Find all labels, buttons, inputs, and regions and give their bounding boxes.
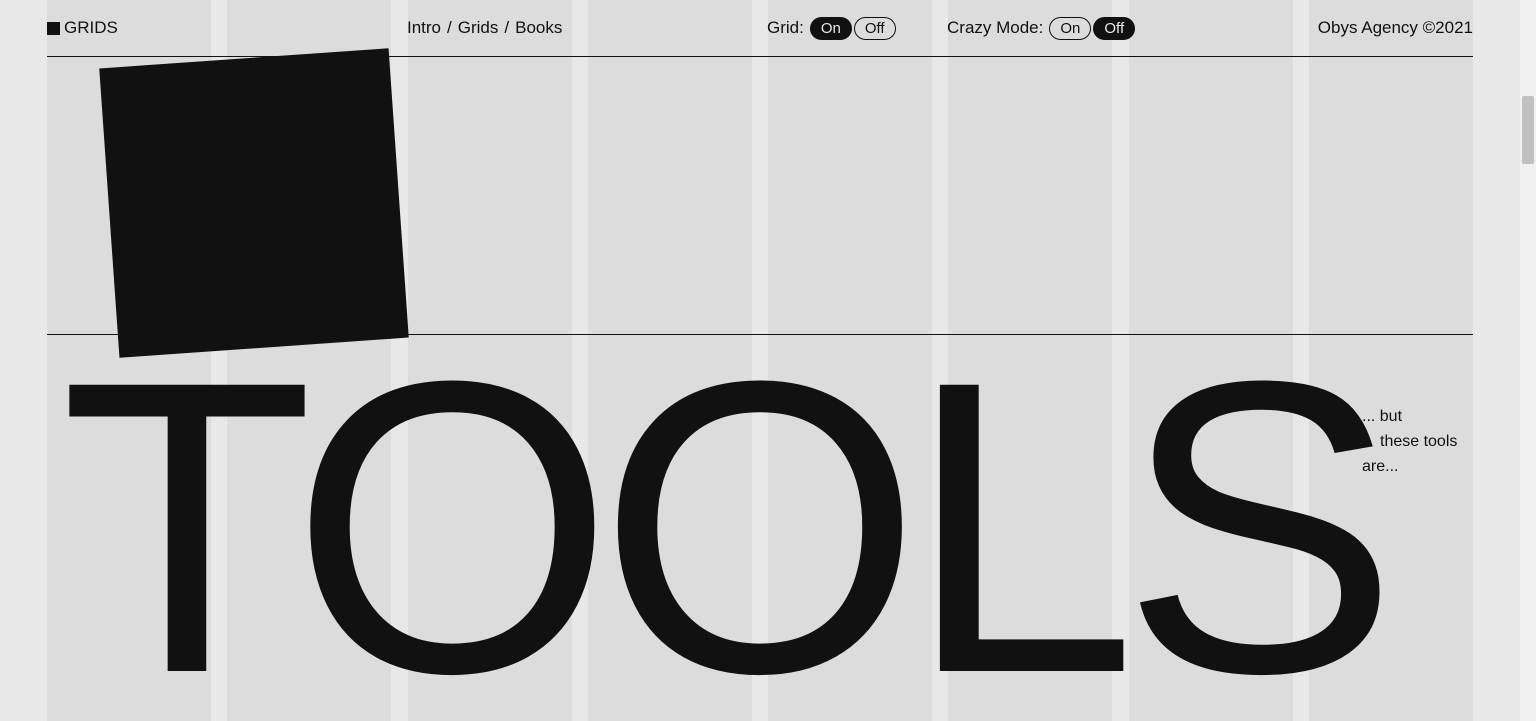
crazy-on-button[interactable]: On xyxy=(1049,17,1091,40)
hero-title: TOOLS xyxy=(60,320,1383,721)
crazy-toggle-pills: On Off xyxy=(1049,17,1135,40)
credit-text: Obys Agency ©2021 xyxy=(1318,18,1473,38)
header: GRIDS Intro / Grids / Books Grid: On Off… xyxy=(47,0,1473,56)
nav-intro[interactable]: Intro xyxy=(407,18,441,38)
aside-line-3: are... xyxy=(1362,458,1398,475)
nav-separator: / xyxy=(504,18,509,38)
crazy-off-button[interactable]: Off xyxy=(1093,17,1135,40)
nav-separator: / xyxy=(447,18,452,38)
logo[interactable]: GRIDS xyxy=(47,18,118,38)
aside-line-1: ... but xyxy=(1362,408,1402,425)
grid-off-button[interactable]: Off xyxy=(854,17,896,40)
page: GRIDS Intro / Grids / Books Grid: On Off… xyxy=(0,0,1536,721)
vertical-scrollbar[interactable] xyxy=(1520,0,1536,721)
logo-square-icon xyxy=(47,22,60,35)
grid-toggle-group: Grid: On Off xyxy=(767,17,896,40)
hero-aside-text: ... but these tools are... xyxy=(1362,405,1472,479)
aside-line-2: these tools xyxy=(1362,430,1472,455)
logo-text: GRIDS xyxy=(64,18,118,38)
crazy-toggle-label: Crazy Mode: xyxy=(947,18,1043,38)
nav-grids[interactable]: Grids xyxy=(458,18,499,38)
grid-on-button[interactable]: On xyxy=(810,17,852,40)
main-nav: Intro / Grids / Books xyxy=(407,18,562,38)
nav-books[interactable]: Books xyxy=(515,18,562,38)
scrollbar-thumb[interactable] xyxy=(1522,96,1534,164)
grid-toggle-pills: On Off xyxy=(810,17,896,40)
grid-toggle-label: Grid: xyxy=(767,18,804,38)
crazy-toggle-group: Crazy Mode: On Off xyxy=(947,17,1135,40)
